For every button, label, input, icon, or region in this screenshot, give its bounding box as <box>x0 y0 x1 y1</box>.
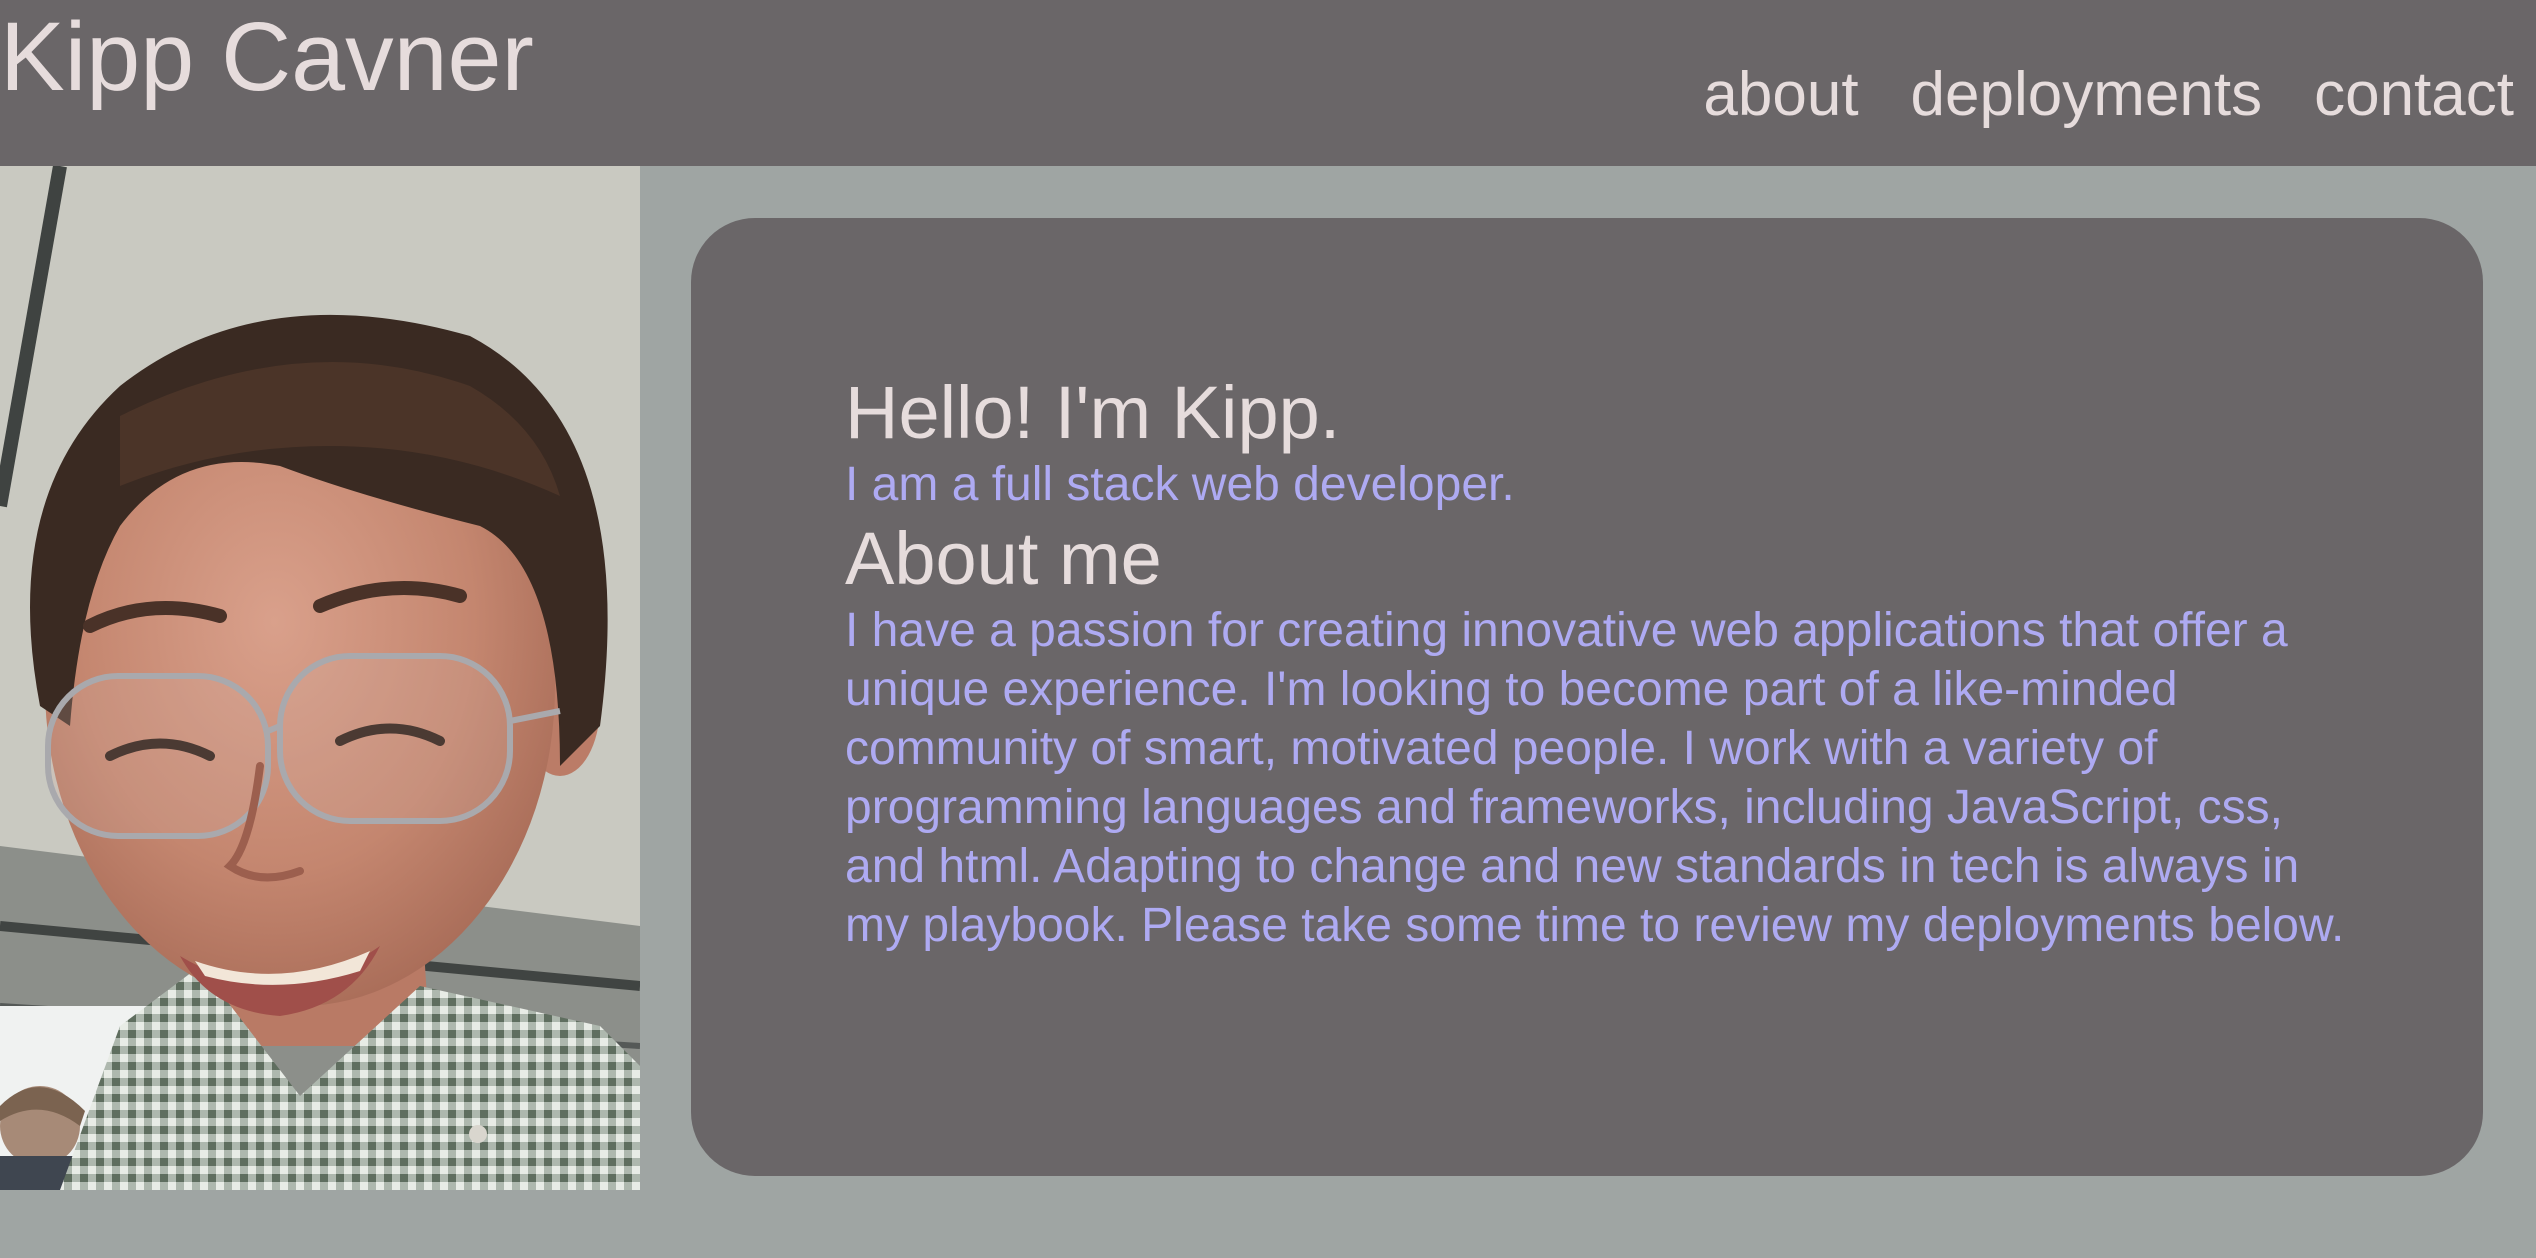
nav-link-about[interactable]: about <box>1703 58 1858 132</box>
role-subtitle: I am a full stack web developer. <box>845 458 1515 511</box>
nav-link-deployments[interactable]: deployments <box>1911 58 2263 132</box>
profile-photo <box>0 166 640 1190</box>
about-card-content: Hello! I'm Kipp. I am a full stack web d… <box>845 371 2345 955</box>
site-header: Kipp Cavner about deployments contact <box>0 0 2536 166</box>
main-nav: about deployments contact <box>1703 58 2514 132</box>
site-title: Kipp Cavner <box>0 2 534 111</box>
greeting-heading: Hello! I'm Kipp. <box>845 371 1341 454</box>
about-card: Hello! I'm Kipp. I am a full stack web d… <box>691 218 2483 1176</box>
about-heading: About me <box>845 517 1162 600</box>
nav-link-contact[interactable]: contact <box>2314 58 2514 132</box>
about-text: I have a passion for creating innovative… <box>845 604 2345 952</box>
profile-photo-illustration <box>0 166 640 1190</box>
